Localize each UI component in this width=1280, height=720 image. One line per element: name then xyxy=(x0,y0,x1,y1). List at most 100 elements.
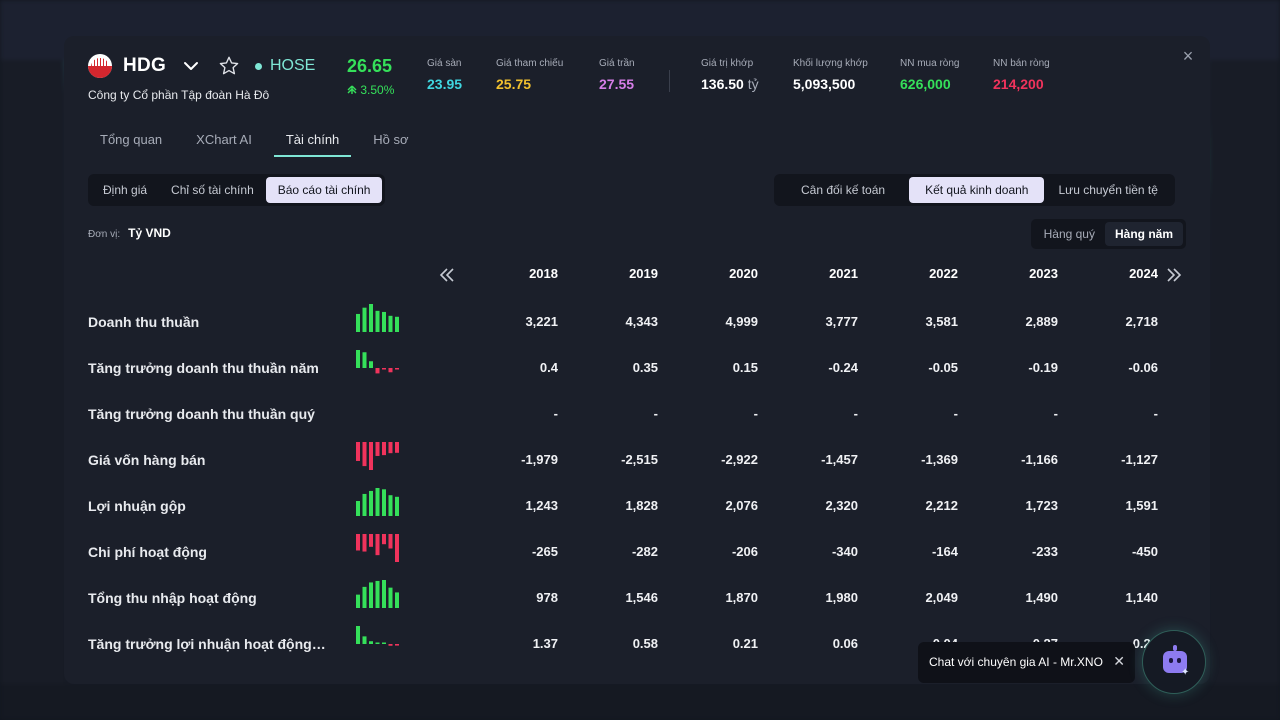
row-value: -233 xyxy=(1031,544,1058,559)
ai-bot-button[interactable]: ✦ xyxy=(1142,630,1206,694)
spark-bar xyxy=(356,534,360,551)
row-value: 2,320 xyxy=(825,498,858,513)
spark-bar xyxy=(356,626,360,644)
year-header: 2022 xyxy=(929,266,958,281)
row-value: 1.37 xyxy=(532,636,558,651)
row-value: -2,922 xyxy=(721,452,758,467)
stat-label: NN bán ròng xyxy=(993,58,1050,69)
row-sparkline xyxy=(356,534,399,562)
row-label: Doanh thu thuần xyxy=(88,314,200,330)
stat-1: Giá tham chiếu 25.75 xyxy=(496,58,563,92)
spark-bar xyxy=(369,304,373,332)
row-value: - xyxy=(753,406,758,421)
close-icon[interactable]: × xyxy=(1180,47,1196,65)
row-value: - xyxy=(853,406,858,421)
ai-chat-prompt[interactable]: Chat với chuyên gia AI - Mr.XNO ✕ xyxy=(918,642,1135,683)
spark-bar xyxy=(375,580,380,608)
spark-bar xyxy=(375,488,380,516)
report-tab-0[interactable]: Cân đối kế toán xyxy=(777,177,909,203)
spark-bar xyxy=(356,350,360,368)
star-icon[interactable] xyxy=(218,55,240,77)
report-tab-2[interactable]: Lưu chuyển tiền tệ xyxy=(1044,177,1171,203)
stat-value-text: 5,093,500 xyxy=(793,76,856,92)
row-value: 2,076 xyxy=(725,498,758,513)
stat-value-text: 27.55 xyxy=(599,76,635,92)
chat-label: Chat với chuyên gia AI - Mr.XNO xyxy=(929,655,1103,669)
stat-label: Giá sàn xyxy=(427,58,462,69)
period-tab-1[interactable]: Hàng năm xyxy=(1104,222,1183,246)
spark-bar xyxy=(382,534,386,545)
table-row: Tổng thu nhập hoạt động 978 1,546 1,870 1,98… xyxy=(88,578,1186,624)
table-row: Chi phí hoạt động -265 -282 -206 -340 -164 -23… xyxy=(88,532,1186,578)
spark-bar xyxy=(356,313,360,332)
year-header: 2021 xyxy=(829,266,858,281)
row-value: - xyxy=(553,406,558,421)
spark-bar xyxy=(388,315,393,332)
tab-3[interactable]: Hồ sơ xyxy=(361,130,420,157)
report-tab-1[interactable]: Kết quả kinh doanh xyxy=(909,177,1045,203)
tab-2[interactable]: Tài chính xyxy=(273,130,352,157)
spark-bar xyxy=(369,442,373,470)
subtab-0[interactable]: Định giá xyxy=(91,177,159,203)
stat-unit: tỷ xyxy=(747,76,759,92)
row-value: -164 xyxy=(931,544,958,559)
row-value: -0.05 xyxy=(928,360,958,375)
spark-bar xyxy=(388,587,393,608)
spark-bar xyxy=(388,368,393,373)
row-value: 0.4 xyxy=(539,360,558,375)
tab-0[interactable]: Tổng quan xyxy=(88,130,174,157)
row-value: -1,369 xyxy=(921,452,958,467)
row-value: 0.21 xyxy=(732,636,758,651)
stat-value: 626,000 xyxy=(900,76,959,92)
spark-bar xyxy=(369,641,373,644)
stock-detail-modal: × HDG HOSE Công ty Cổ phần Tập đoàn Hà Đ… xyxy=(64,36,1210,684)
spark-bar xyxy=(369,490,373,516)
tab-1[interactable]: XChart AI xyxy=(184,130,264,157)
row-value: 1,870 xyxy=(725,590,758,605)
stat-value-text: 25.75 xyxy=(496,76,532,92)
spark-bar xyxy=(362,636,367,644)
spark-bar xyxy=(375,642,380,644)
spark-bar xyxy=(375,534,380,556)
close-chat-icon[interactable]: ✕ xyxy=(1113,653,1125,670)
spark-bar xyxy=(362,352,367,368)
spark-bar xyxy=(395,496,399,516)
year-header: 2020 xyxy=(729,266,758,281)
stat-value: 27.55 xyxy=(599,76,635,92)
row-value: -1,979 xyxy=(521,452,558,467)
subtab-1[interactable]: Chỉ số tài chính xyxy=(159,177,266,203)
stat-value: 136.50 tỷ xyxy=(701,76,759,92)
spark-bar xyxy=(382,489,386,516)
sparkle-icon: ✦ xyxy=(1181,667,1190,678)
unit-row: Đơn vị: Tỷ VND xyxy=(88,226,171,240)
period-tab-0[interactable]: Hàng quý xyxy=(1034,222,1105,246)
year-header: 2023 xyxy=(1029,266,1058,281)
row-value: -2,515 xyxy=(621,452,658,467)
chevrons-left-icon[interactable] xyxy=(438,266,456,284)
row-label: Tăng trưởng doanh thu thuần năm xyxy=(88,360,319,376)
row-label: Tổng thu nhập hoạt động xyxy=(88,590,257,606)
row-value: 0.15 xyxy=(732,360,758,375)
subtab-2[interactable]: Báo cáo tài chính xyxy=(265,177,383,203)
spark-bar xyxy=(388,495,393,516)
exchange-label: HOSE xyxy=(270,57,316,74)
table-row: Tăng trưởng doanh thu thuần năm 0.4 0.35 0.… xyxy=(88,348,1186,394)
stat-label: Giá trị khớp xyxy=(701,58,754,69)
spark-bar xyxy=(395,442,399,453)
row-label: Chi phí hoạt động xyxy=(88,544,207,560)
row-value: 4,343 xyxy=(625,314,658,329)
divider xyxy=(669,70,670,92)
chevrons-right-icon[interactable] xyxy=(1165,266,1183,284)
spark-bar xyxy=(356,500,360,516)
chevron-down-icon[interactable] xyxy=(182,58,200,74)
stat-label: NN mua ròng xyxy=(900,58,960,69)
row-value: - xyxy=(653,406,658,421)
main-tabs: Tổng quan XChart AI Tài chính Hồ sơ xyxy=(88,130,431,157)
row-value: -450 xyxy=(1131,544,1158,559)
stat-label: Giá trần xyxy=(599,58,635,69)
row-value: 3,777 xyxy=(825,314,858,329)
row-value: 1,591 xyxy=(1125,498,1158,513)
row-value: 1,828 xyxy=(625,498,658,513)
row-label: Tăng trưởng doanh thu thuần quý xyxy=(88,406,315,422)
row-value: 1,490 xyxy=(1025,590,1058,605)
